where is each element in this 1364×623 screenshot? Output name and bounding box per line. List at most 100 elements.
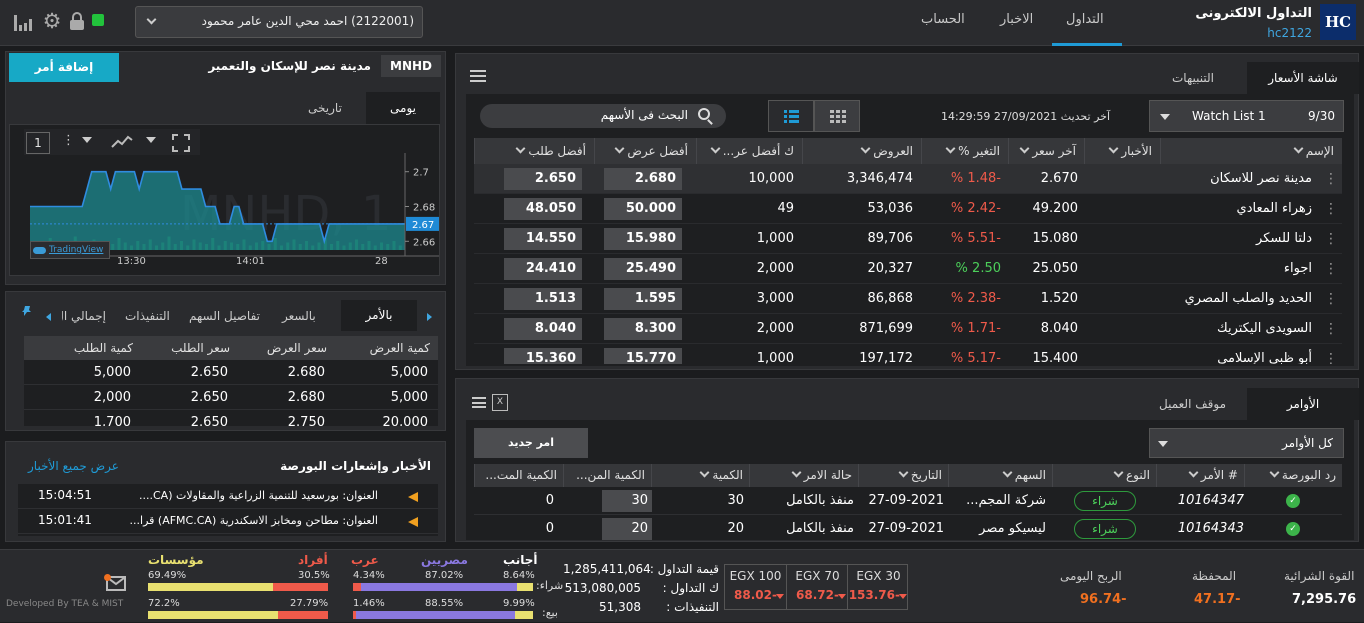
depth-tab-executions[interactable]: التنفيذات — [125, 309, 170, 323]
depth-column-header[interactable]: كمية العرض — [335, 336, 438, 360]
news-item[interactable]: 15:01:41 العنوان: مطاحن ومخابز الاسكندرية… — [18, 509, 438, 534]
row-menu-icon[interactable]: ⋮ — [1324, 314, 1336, 344]
watchlist-column-header[interactable]: الإسم — [1160, 138, 1342, 164]
depth-tab-stock-details[interactable]: تفاصيل السهم — [189, 309, 260, 323]
watchlist-row[interactable]: زهراء المعادي ⋮ 49.200 -2.42 % 53,036 49 50.00… — [474, 194, 1342, 224]
view-all-news-link[interactable]: عرض جميع الأخبار — [28, 459, 119, 473]
tabs-scroll-left-icon[interactable] — [46, 313, 51, 321]
chevron-down-icon — [1160, 114, 1170, 120]
index-box[interactable]: EGX 100 -88.02 — [725, 565, 786, 609]
column-label: أفضل طلب — [528, 144, 586, 158]
excel-export-icon[interactable]: X — [492, 394, 508, 411]
tab-price-screen[interactable]: شاشة الأسعار — [1247, 62, 1359, 94]
depth-tab-by-order[interactable]: بالأمر — [341, 300, 417, 331]
tabs-scroll-right-icon[interactable] — [427, 313, 432, 321]
watchlist-column-header[interactable]: ك أفضل عر... — [696, 138, 802, 164]
row-menu-icon[interactable]: ⋮ — [1324, 284, 1336, 314]
depth-row[interactable]: 5,000 2.680 2.650 5,000 — [24, 360, 438, 385]
best-bid[interactable]: 24.410 — [504, 258, 582, 280]
orders-filter-selector[interactable]: كل الأوامر — [1149, 428, 1344, 458]
chart-tab-history[interactable]: تاريخى — [288, 92, 362, 124]
tab-news[interactable]: الاخبار — [1000, 12, 1033, 27]
menu-icon[interactable] — [472, 397, 486, 408]
orders-filter-label: كل الأوامر — [1282, 436, 1333, 450]
orders-column-header[interactable]: الكمية — [651, 464, 749, 487]
watchlist-name: Watch List 1 — [1192, 109, 1266, 123]
orders-column-header[interactable]: # الأمر — [1156, 464, 1244, 487]
watchlist-column-header[interactable]: التغير % — [921, 138, 1008, 164]
watchlist-count: 9/30 — [1308, 109, 1335, 123]
best-ask[interactable]: 50.000 — [604, 198, 682, 220]
best-bid[interactable]: 2.650 — [504, 168, 582, 190]
best-bid[interactable]: 15.360 — [504, 348, 582, 364]
best-bid[interactable]: 48.050 — [504, 198, 582, 220]
row-menu-icon[interactable]: ⋮ — [1324, 164, 1336, 194]
tradingview-logo[interactable]: TradingView — [30, 241, 110, 259]
depth-column-header[interactable]: سعر العرض — [238, 336, 335, 360]
index-box[interactable]: EGX 70 -68.72 — [786, 565, 847, 609]
depth-column-header[interactable]: كمية الطلب — [24, 336, 141, 360]
order-row[interactable]: ✓ 10164347 شراء شركة المجم... 27-09-2021 منفذ… — [474, 487, 1342, 515]
depth-tab-by-price[interactable]: بالسعر — [282, 309, 316, 323]
watchlist-column-header[interactable]: أفضل طلب — [474, 138, 594, 164]
watchlist-column-header[interactable]: آخر سعر — [1008, 138, 1084, 164]
mail-icon[interactable] — [104, 574, 126, 591]
best-bid[interactable]: 1.513 — [504, 288, 582, 310]
row-menu-icon[interactable]: ⋮ — [1324, 194, 1336, 224]
watchlist-selector[interactable]: Watch List 1 9/30 — [1149, 100, 1344, 132]
tab-client-position[interactable]: موقف العميل — [1159, 397, 1226, 411]
search-box[interactable]: البحث فى الأسهم — [480, 104, 726, 128]
row-menu-icon[interactable]: ⋮ — [1324, 344, 1336, 364]
bars-icon[interactable] — [14, 13, 36, 31]
pin-icon[interactable] — [21, 305, 33, 317]
best-ask[interactable]: 8.300 — [604, 318, 682, 340]
watchlist-row[interactable]: الحديد والصلب المصري ⋮ 1.520 -2.38 % 86,868 3… — [474, 284, 1342, 314]
best-ask[interactable]: 25.490 — [604, 258, 682, 280]
list-view-toggle[interactable] — [768, 100, 814, 132]
order-row[interactable]: ✓ 10164343 شراء ليسيكو مصر 27-09-2021 منفذ با… — [474, 515, 1342, 540]
orders-column-header[interactable]: رد البورصة — [1244, 464, 1342, 487]
new-order-button[interactable]: امر جديد — [474, 428, 588, 458]
account-selector[interactable]: (2122001) احمد محي الدين عامر محمود — [135, 6, 423, 38]
best-bid[interactable]: 14.550 — [504, 228, 582, 250]
grid-view-toggle[interactable] — [814, 100, 860, 132]
menu-icon[interactable] — [470, 70, 486, 82]
best-ask[interactable]: 2.680 — [604, 168, 682, 190]
orders-column-header[interactable]: حالة الامر — [749, 464, 858, 487]
orders-column-header[interactable]: الكمية المن... — [563, 464, 651, 487]
lock-icon[interactable] — [70, 12, 84, 30]
watchlist-column-header[interactable]: العروض — [802, 138, 921, 164]
depth-row[interactable]: 20,000 2.750 2.650 1,700 — [24, 410, 438, 426]
row-menu-icon[interactable]: ⋮ — [1324, 254, 1336, 284]
watchlist-column-header[interactable]: أفضل عرض — [594, 138, 696, 164]
orders-column-header[interactable]: النوع — [1052, 464, 1156, 487]
tab-alerts[interactable]: التنبيهات — [1172, 71, 1214, 85]
orders-column-header[interactable]: السهم — [948, 464, 1052, 487]
best-ask[interactable]: 15.770 — [604, 348, 682, 364]
best-ask[interactable]: 15.980 — [604, 228, 682, 250]
offers: 53,036 — [867, 201, 914, 216]
watchlist-column-header[interactable]: الأخبار — [1084, 138, 1160, 164]
index-box[interactable]: EGX 30 -153.76 — [847, 565, 908, 609]
gear-icon[interactable]: ⚙ — [41, 9, 63, 33]
watchlist-row[interactable]: أبو ظبي الإسلامي ⋮ 15.400 -5.17 % 197,172 1,0… — [474, 344, 1342, 364]
tab-trading[interactable]: التداول — [1066, 12, 1104, 27]
depth-tab-totals[interactable]: إجمالي ال — [62, 309, 106, 323]
add-order-button[interactable]: إضافة أمر — [9, 53, 119, 82]
app-code: hc2122 — [1267, 26, 1312, 40]
orders-column-header[interactable]: التاريخ — [858, 464, 948, 487]
row-menu-icon[interactable]: ⋮ — [1324, 224, 1336, 254]
depth-column-header[interactable]: سعر الطلب — [141, 336, 238, 360]
watchlist-row[interactable]: مدينة نصر للاسكان ⋮ 2.670 -1.48 % 3,346,474 1… — [474, 164, 1342, 194]
orders-column-header[interactable]: الكمية المت... — [474, 464, 563, 487]
tab-account[interactable]: الحساب — [921, 12, 965, 27]
depth-row[interactable]: 5,000 2.680 2.650 2,000 — [24, 385, 438, 410]
chart-tab-daily[interactable]: يومى — [366, 92, 440, 124]
watchlist-row[interactable]: دلتا للسكر ⋮ 15.080 -5.51 % 89,706 1,000 15.98… — [474, 224, 1342, 254]
news-item[interactable]: 15:04:51 العنوان: بورسعيد للتنمية الزراعي… — [18, 484, 438, 509]
watchlist-row[interactable]: السويدى اليكتريك ⋮ 8.040 -1.71 % 871,699 2,00… — [474, 314, 1342, 344]
best-ask[interactable]: 1.595 — [604, 288, 682, 310]
tab-orders[interactable]: الأوامر — [1247, 388, 1359, 420]
watchlist-row[interactable]: اجواء ⋮ 25.050 2.50 % 20,327 2,000 25.490 24.41… — [474, 254, 1342, 284]
best-bid[interactable]: 8.040 — [504, 318, 582, 340]
